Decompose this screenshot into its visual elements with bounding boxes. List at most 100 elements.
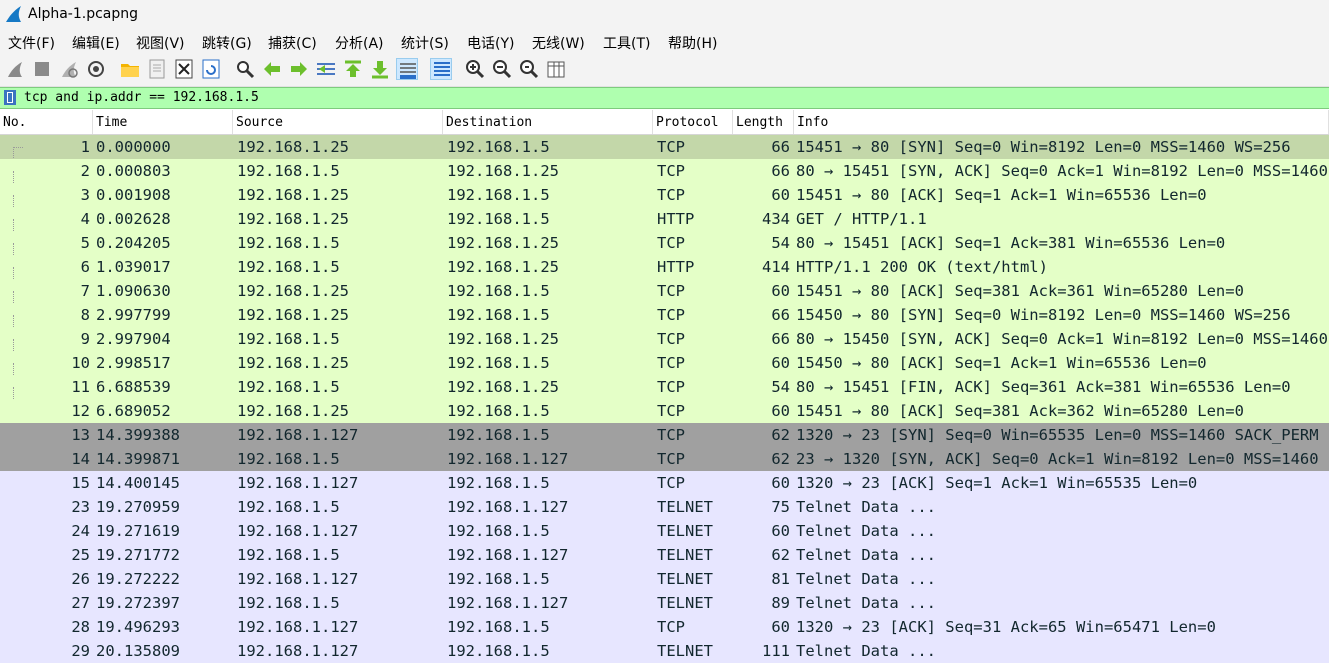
- packet-row[interactable]: 3 0.001908 192.168.1.25 192.168.1.5 TCP 60 154…: [0, 183, 1329, 207]
- packet-row[interactable]: 4 0.002628 192.168.1.25 192.168.1.5 HTTP 434 G…: [0, 207, 1329, 231]
- resize-columns-icon[interactable]: [545, 58, 567, 80]
- menu-item-8[interactable]: 无线(W): [532, 33, 585, 53]
- go-last-icon[interactable]: [369, 58, 391, 80]
- go-forward-icon[interactable]: [288, 58, 310, 80]
- packet-row[interactable]: 24 19.271619 192.168.1.127 192.168.1.5 TELNE…: [0, 519, 1329, 543]
- packet-len: 434: [762, 210, 790, 228]
- open-file-icon[interactable]: [119, 58, 141, 80]
- menu-item-1[interactable]: 编辑(E): [72, 33, 120, 53]
- column-header-no[interactable]: No.: [0, 110, 93, 134]
- packet-len: 66: [771, 138, 790, 156]
- zoom-out-icon[interactable]: [491, 58, 513, 80]
- packet-src: 192.168.1.25: [237, 186, 349, 204]
- packet-row[interactable]: 5 0.204205 192.168.1.5 192.168.1.25 TCP 54 80 …: [0, 231, 1329, 255]
- packet-proto: TELNET: [657, 522, 713, 540]
- packet-row[interactable]: 2 0.000803 192.168.1.5 192.168.1.25 TCP 66 80 …: [0, 159, 1329, 183]
- menu-item-3[interactable]: 跳转(G): [202, 33, 252, 53]
- packet-row[interactable]: 23 19.270959 192.168.1.5 192.168.1.127 TELNE…: [0, 495, 1329, 519]
- packet-row[interactable]: 26 19.272222 192.168.1.127 192.168.1.5 TELNE…: [0, 567, 1329, 591]
- menu-item-0[interactable]: 文件(F): [8, 33, 55, 53]
- capture-options-icon[interactable]: [85, 58, 107, 80]
- packet-time: 19.496293: [96, 618, 180, 636]
- packet-row[interactable]: 14 14.399871 192.168.1.5 192.168.1.127 TCP 62…: [0, 447, 1329, 471]
- auto-scroll-icon[interactable]: [396, 58, 418, 80]
- packet-proto: TCP: [657, 234, 685, 252]
- packet-time: 19.272222: [96, 570, 180, 588]
- start-capture-icon[interactable]: [4, 58, 26, 80]
- packet-row[interactable]: 6 1.039017 192.168.1.5 192.168.1.25 HTTP 414 H…: [0, 255, 1329, 279]
- packet-info: 1320 → 23 [SYN] Seq=0 Win=65535 Len=0 MS…: [796, 426, 1319, 444]
- packet-row[interactable]: 1 0.000000 192.168.1.25 192.168.1.5 TCP 66 154…: [0, 135, 1329, 159]
- packet-proto: HTTP: [657, 210, 695, 228]
- go-back-icon[interactable]: [261, 58, 283, 80]
- display-filter-input[interactable]: [22, 88, 1326, 108]
- packet-len: 111: [762, 642, 790, 660]
- packet-row[interactable]: 10 2.998517 192.168.1.25 192.168.1.5 TCP 60 15…: [0, 351, 1329, 375]
- packet-row[interactable]: 13 14.399388 192.168.1.127 192.168.1.5 TCP 62…: [0, 423, 1329, 447]
- packet-row[interactable]: 28 19.496293 192.168.1.127 192.168.1.5 TCP 60…: [0, 615, 1329, 639]
- bookmark-icon[interactable]: [4, 90, 16, 105]
- go-first-icon[interactable]: [342, 58, 364, 80]
- packet-proto: TCP: [657, 426, 685, 444]
- menu-item-7[interactable]: 电话(Y): [467, 33, 514, 53]
- packet-src: 192.168.1.25: [237, 402, 349, 420]
- packet-src: 192.168.1.5: [237, 594, 340, 612]
- save-file-icon[interactable]: [146, 58, 168, 80]
- packet-no: 13: [71, 426, 90, 444]
- menu-item-9[interactable]: 工具(T): [603, 33, 650, 53]
- packet-len: 66: [771, 330, 790, 348]
- packet-time: 19.271619: [96, 522, 180, 540]
- stop-capture-icon[interactable]: [31, 58, 53, 80]
- menu-item-10[interactable]: 帮助(H): [668, 33, 717, 53]
- packet-row[interactable]: 9 2.997904 192.168.1.5 192.168.1.25 TCP 66 80 …: [0, 327, 1329, 351]
- packet-proto: TCP: [657, 162, 685, 180]
- column-header-protocol[interactable]: Protocol: [653, 110, 733, 134]
- packet-len: 60: [771, 474, 790, 492]
- window-title: Alpha-1.pcapng: [28, 6, 139, 22]
- packet-len: 81: [771, 570, 790, 588]
- menu-item-2[interactable]: 视图(V): [136, 33, 185, 53]
- menu-item-5[interactable]: 分析(A): [335, 33, 384, 53]
- restart-capture-icon[interactable]: [58, 58, 80, 80]
- packet-list-header: No. Time Source Destination Protocol Length In…: [0, 110, 1329, 135]
- packet-row[interactable]: 29 20.135809 192.168.1.127 192.168.1.5 TELNE…: [0, 639, 1329, 663]
- packet-row[interactable]: 27 19.272397 192.168.1.5 192.168.1.127 TELNE…: [0, 591, 1329, 615]
- packet-time: 0.001908: [96, 186, 171, 204]
- reload-file-icon[interactable]: [200, 58, 222, 80]
- packet-time: 2.997904: [96, 330, 171, 348]
- packet-dst: 192.168.1.5: [447, 186, 550, 204]
- main-toolbar: [0, 54, 1329, 87]
- packet-time: 14.399388: [96, 426, 180, 444]
- zoom-in-icon[interactable]: [464, 58, 486, 80]
- packet-time: 1.039017: [96, 258, 171, 276]
- packet-row[interactable]: 25 19.271772 192.168.1.5 192.168.1.127 TELNE…: [0, 543, 1329, 567]
- packet-proto: TCP: [657, 330, 685, 348]
- packet-no: 15: [71, 474, 90, 492]
- packet-dst: 192.168.1.25: [447, 330, 559, 348]
- packet-row[interactable]: 15 14.400145 192.168.1.127 192.168.1.5 TCP 60…: [0, 471, 1329, 495]
- packet-info: Telnet Data ...: [796, 546, 936, 564]
- column-header-time[interactable]: Time: [93, 110, 233, 134]
- find-packet-icon[interactable]: [234, 58, 256, 80]
- column-header-length[interactable]: Length: [733, 110, 794, 134]
- packet-row[interactable]: 7 1.090630 192.168.1.25 192.168.1.5 TCP 60 154…: [0, 279, 1329, 303]
- packet-info: 1320 → 23 [ACK] Seq=31 Ack=65 Win=65471 …: [796, 618, 1216, 636]
- menu-item-4[interactable]: 捕获(C): [268, 33, 317, 53]
- packet-no: 4: [80, 210, 90, 228]
- packet-info: Telnet Data ...: [796, 642, 936, 660]
- packet-dst: 192.168.1.5: [447, 138, 550, 156]
- column-header-info[interactable]: Info: [794, 110, 1329, 134]
- packet-row[interactable]: 12 6.689052 192.168.1.25 192.168.1.5 TCP 60 15…: [0, 399, 1329, 423]
- menu-item-6[interactable]: 统计(S): [401, 33, 449, 53]
- go-to-packet-icon[interactable]: [315, 58, 337, 80]
- zoom-normal-icon[interactable]: [518, 58, 540, 80]
- colorize-icon[interactable]: [430, 58, 452, 80]
- packet-no: 9: [80, 330, 90, 348]
- column-header-source[interactable]: Source: [233, 110, 443, 134]
- packet-info: 15451 → 80 [SYN] Seq=0 Win=8192 Len=0 MS…: [796, 138, 1291, 156]
- packet-row[interactable]: 8 2.997799 192.168.1.25 192.168.1.5 TCP 66 154…: [0, 303, 1329, 327]
- packet-row[interactable]: 11 6.688539 192.168.1.5 192.168.1.25 TCP 54 80…: [0, 375, 1329, 399]
- close-file-icon[interactable]: [173, 58, 195, 80]
- packet-info: 23 → 1320 [SYN, ACK] Seq=0 Ack=1 Win=819…: [796, 450, 1319, 468]
- column-header-destination[interactable]: Destination: [443, 110, 653, 134]
